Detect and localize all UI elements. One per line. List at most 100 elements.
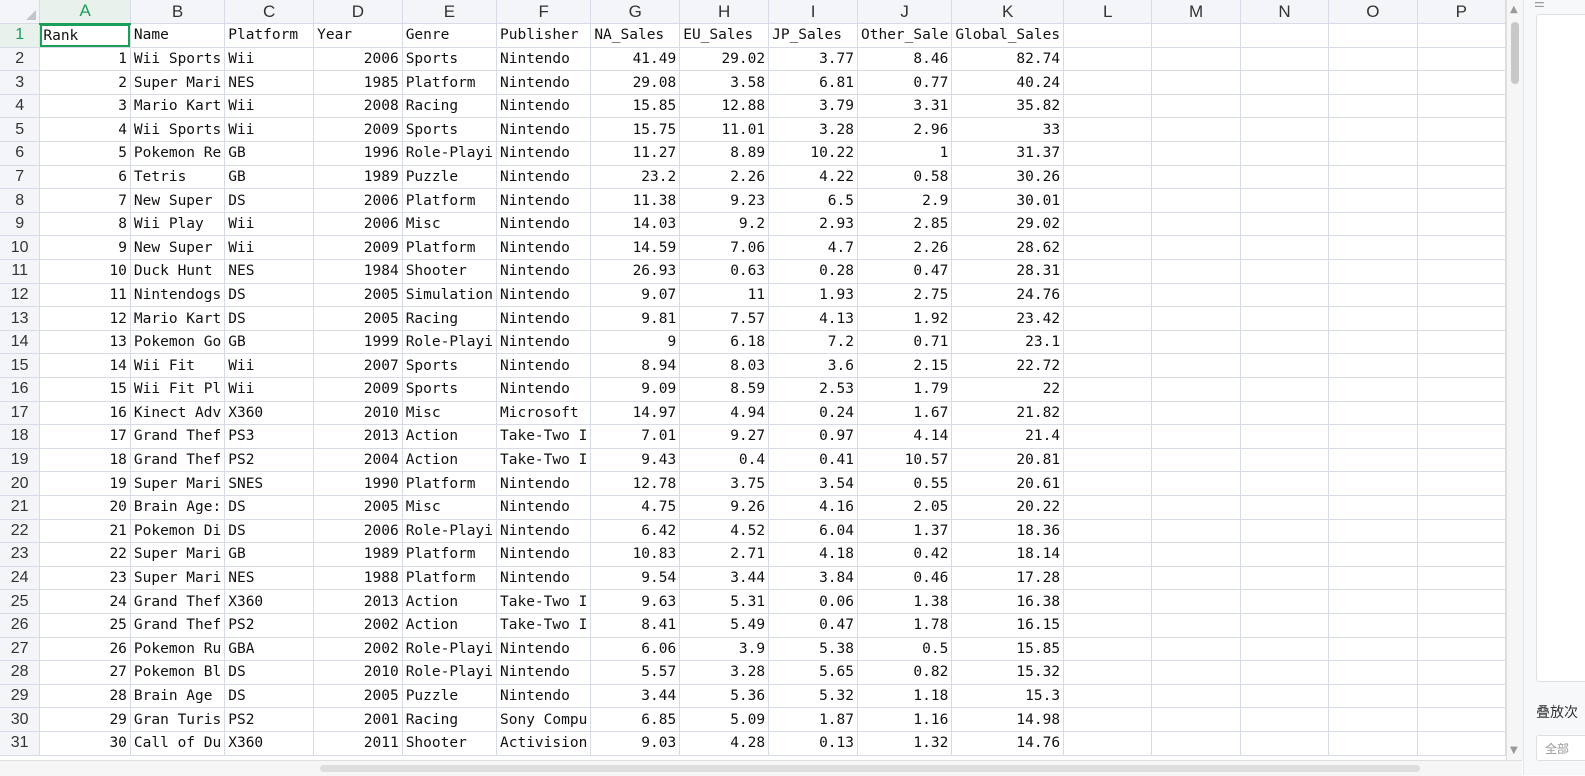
- cell-a30[interactable]: 29: [39, 707, 131, 732]
- cell-f11[interactable]: Nintendo: [496, 259, 592, 284]
- cell-k3[interactable]: 40.24: [951, 70, 1065, 95]
- cell-h19[interactable]: 0.4: [679, 448, 770, 473]
- cell-c8[interactable]: DS: [224, 188, 315, 213]
- cell-f6[interactable]: Nintendo: [496, 141, 592, 166]
- cell-k20[interactable]: 20.61: [951, 471, 1065, 496]
- column-header-j[interactable]: J: [857, 0, 953, 25]
- row-header[interactable]: 22: [0, 519, 41, 544]
- cell-j16[interactable]: 1.79: [857, 377, 953, 402]
- cell-d19[interactable]: 2004: [313, 448, 403, 473]
- cell-h10[interactable]: 7.06: [679, 235, 770, 261]
- cell-k1[interactable]: Global_Sales: [951, 23, 1065, 48]
- cell-b15[interactable]: Wii Fit: [130, 353, 226, 378]
- cell-g19[interactable]: 9.43: [590, 448, 681, 473]
- caret-down-icon[interactable]: ▼: [1510, 745, 1518, 756]
- cell-l11[interactable]: [1063, 259, 1153, 284]
- cell-p21[interactable]: [1417, 495, 1506, 520]
- cell-b1[interactable]: Name: [130, 23, 226, 48]
- cell-p14[interactable]: [1417, 330, 1506, 355]
- cell-k10[interactable]: 28.62: [951, 235, 1065, 261]
- cell-i23[interactable]: 4.18: [768, 542, 858, 567]
- cell-j31[interactable]: 1.32: [857, 731, 953, 756]
- cell-l14[interactable]: [1063, 330, 1153, 355]
- cell-b21[interactable]: Brain Age:: [130, 495, 226, 520]
- cell-k23[interactable]: 18.14: [951, 542, 1065, 567]
- cell-m31[interactable]: [1151, 731, 1241, 756]
- column-header-i[interactable]: I: [768, 0, 858, 25]
- cell-g5[interactable]: 15.75: [590, 117, 681, 143]
- cell-e11[interactable]: Shooter: [402, 259, 498, 284]
- cell-f16[interactable]: Nintendo: [496, 377, 592, 402]
- cell-k14[interactable]: 23.1: [951, 330, 1065, 355]
- row-header[interactable]: 14: [0, 330, 41, 355]
- cell-h12[interactable]: 11: [679, 283, 770, 308]
- cell-a31[interactable]: 30: [39, 731, 131, 756]
- cell-k22[interactable]: 18.36: [951, 519, 1065, 544]
- cell-l10[interactable]: [1063, 235, 1153, 261]
- cell-m27[interactable]: [1151, 637, 1241, 662]
- cell-n13[interactable]: [1240, 306, 1330, 331]
- cell-n16[interactable]: [1240, 377, 1330, 402]
- cell-p5[interactable]: [1417, 117, 1506, 143]
- cell-a18[interactable]: 17: [39, 424, 131, 449]
- cell-l30[interactable]: [1063, 707, 1153, 732]
- cell-g27[interactable]: 6.06: [590, 637, 681, 662]
- cell-a19[interactable]: 18: [39, 448, 131, 473]
- cell-a20[interactable]: 19: [39, 471, 131, 496]
- cell-k29[interactable]: 15.3: [951, 684, 1065, 709]
- cell-n31[interactable]: [1240, 731, 1330, 756]
- cell-m26[interactable]: [1151, 613, 1241, 638]
- cell-h6[interactable]: 8.89: [679, 141, 770, 166]
- cell-e13[interactable]: Racing: [402, 306, 498, 331]
- cell-i19[interactable]: 0.41: [768, 448, 858, 473]
- cell-p27[interactable]: [1417, 637, 1506, 662]
- cell-j12[interactable]: 2.75: [857, 283, 953, 308]
- cell-f30[interactable]: Sony Compu: [496, 707, 592, 732]
- cell-k27[interactable]: 15.85: [951, 637, 1065, 662]
- cell-f22[interactable]: Nintendo: [496, 519, 592, 544]
- cell-d30[interactable]: 2001: [313, 707, 403, 732]
- cell-i6[interactable]: 10.22: [768, 141, 858, 166]
- cell-i29[interactable]: 5.32: [768, 684, 858, 709]
- cell-o7[interactable]: [1328, 165, 1418, 190]
- cell-d17[interactable]: 2010: [313, 401, 403, 426]
- cell-g16[interactable]: 9.09: [590, 377, 681, 402]
- cell-n10[interactable]: [1240, 235, 1330, 261]
- row-header[interactable]: 24: [0, 566, 41, 591]
- cell-l25[interactable]: [1063, 589, 1153, 614]
- row-header[interactable]: 10: [0, 235, 41, 261]
- cell-m6[interactable]: [1151, 141, 1241, 166]
- cell-j2[interactable]: 8.46: [857, 47, 953, 72]
- cell-b25[interactable]: Grand Thef: [130, 589, 226, 614]
- cell-i1[interactable]: JP_Sales: [768, 23, 858, 48]
- cell-o5[interactable]: [1328, 117, 1418, 143]
- cell-o15[interactable]: [1328, 353, 1418, 378]
- cell-l28[interactable]: [1063, 660, 1153, 685]
- cell-g18[interactable]: 7.01: [590, 424, 681, 449]
- cell-g6[interactable]: 11.27: [590, 141, 681, 166]
- cell-c31[interactable]: X360: [224, 731, 315, 756]
- cell-m8[interactable]: [1151, 188, 1241, 213]
- cell-p16[interactable]: [1417, 377, 1506, 402]
- cell-f15[interactable]: Nintendo: [496, 353, 592, 378]
- cell-g12[interactable]: 9.07: [590, 283, 681, 308]
- row-header[interactable]: 6: [0, 141, 41, 166]
- cell-o12[interactable]: [1328, 283, 1418, 308]
- cell-b5[interactable]: Wii Sports: [130, 117, 226, 143]
- cell-b9[interactable]: Wii Play: [130, 212, 226, 237]
- cell-e18[interactable]: Action: [402, 424, 498, 449]
- cell-o26[interactable]: [1328, 613, 1418, 638]
- cell-i8[interactable]: 6.5: [768, 188, 858, 213]
- cell-c20[interactable]: SNES: [224, 471, 315, 496]
- cell-m11[interactable]: [1151, 259, 1241, 284]
- cell-l18[interactable]: [1063, 424, 1153, 449]
- cell-c3[interactable]: NES: [224, 70, 315, 95]
- cell-h24[interactable]: 3.44: [679, 566, 770, 591]
- column-header-h[interactable]: H: [679, 0, 770, 25]
- column-header-g[interactable]: G: [590, 0, 681, 25]
- cell-j26[interactable]: 1.78: [857, 613, 953, 638]
- cell-h1[interactable]: EU_Sales: [679, 23, 770, 48]
- column-header-o[interactable]: O: [1328, 0, 1418, 25]
- cell-p29[interactable]: [1417, 684, 1506, 709]
- cell-m17[interactable]: [1151, 401, 1241, 426]
